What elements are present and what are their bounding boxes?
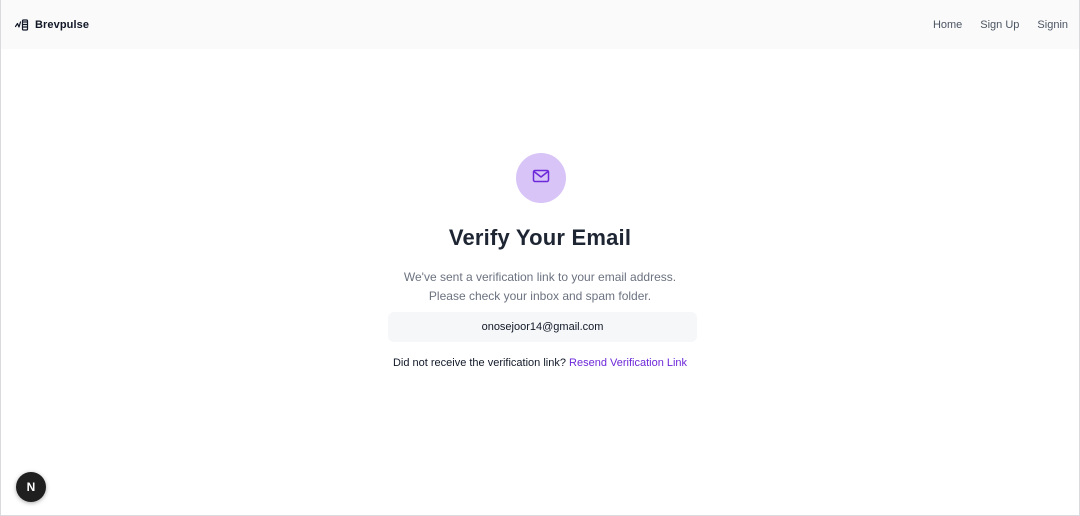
description-line-2: Please check your inbox and spam folder. <box>428 289 652 303</box>
nav-links: Home Sign Up Signin <box>933 19 1068 31</box>
nav-signin-link[interactable]: Signin <box>1037 19 1068 31</box>
brand-logo-icon <box>14 17 30 33</box>
nav-signup-link[interactable]: Sign Up <box>980 19 1019 31</box>
resend-verification-link[interactable]: Resend Verification Link <box>569 357 687 369</box>
badge-letter: N <box>26 480 36 494</box>
resend-prompt: Did not receive the verification link? <box>392 357 570 369</box>
brand-name: Brevpulse <box>35 18 90 31</box>
page: Brevpulse Home Sign Up Signin Verify You… <box>0 0 1080 516</box>
navbar: Brevpulse Home Sign Up Signin <box>1 0 1079 49</box>
page-title: Verify Your Email <box>448 225 632 250</box>
mail-icon <box>531 166 551 191</box>
resend-row: Did not receive the verification link? R… <box>1 357 1079 369</box>
description-line-1: We've sent a verification link to your e… <box>403 270 677 284</box>
nextjs-dev-badge[interactable]: N <box>16 472 46 502</box>
verification-description: We've sent a verification link to your e… <box>1 268 1079 306</box>
nav-home-link[interactable]: Home <box>933 19 962 31</box>
brand[interactable]: Brevpulse <box>14 17 89 33</box>
email-display: onosejoor14@gmail.com <box>388 312 697 342</box>
verify-email-panel: Verify Your Email We've sent a verificat… <box>1 49 1079 515</box>
mail-icon-circle <box>516 153 566 203</box>
